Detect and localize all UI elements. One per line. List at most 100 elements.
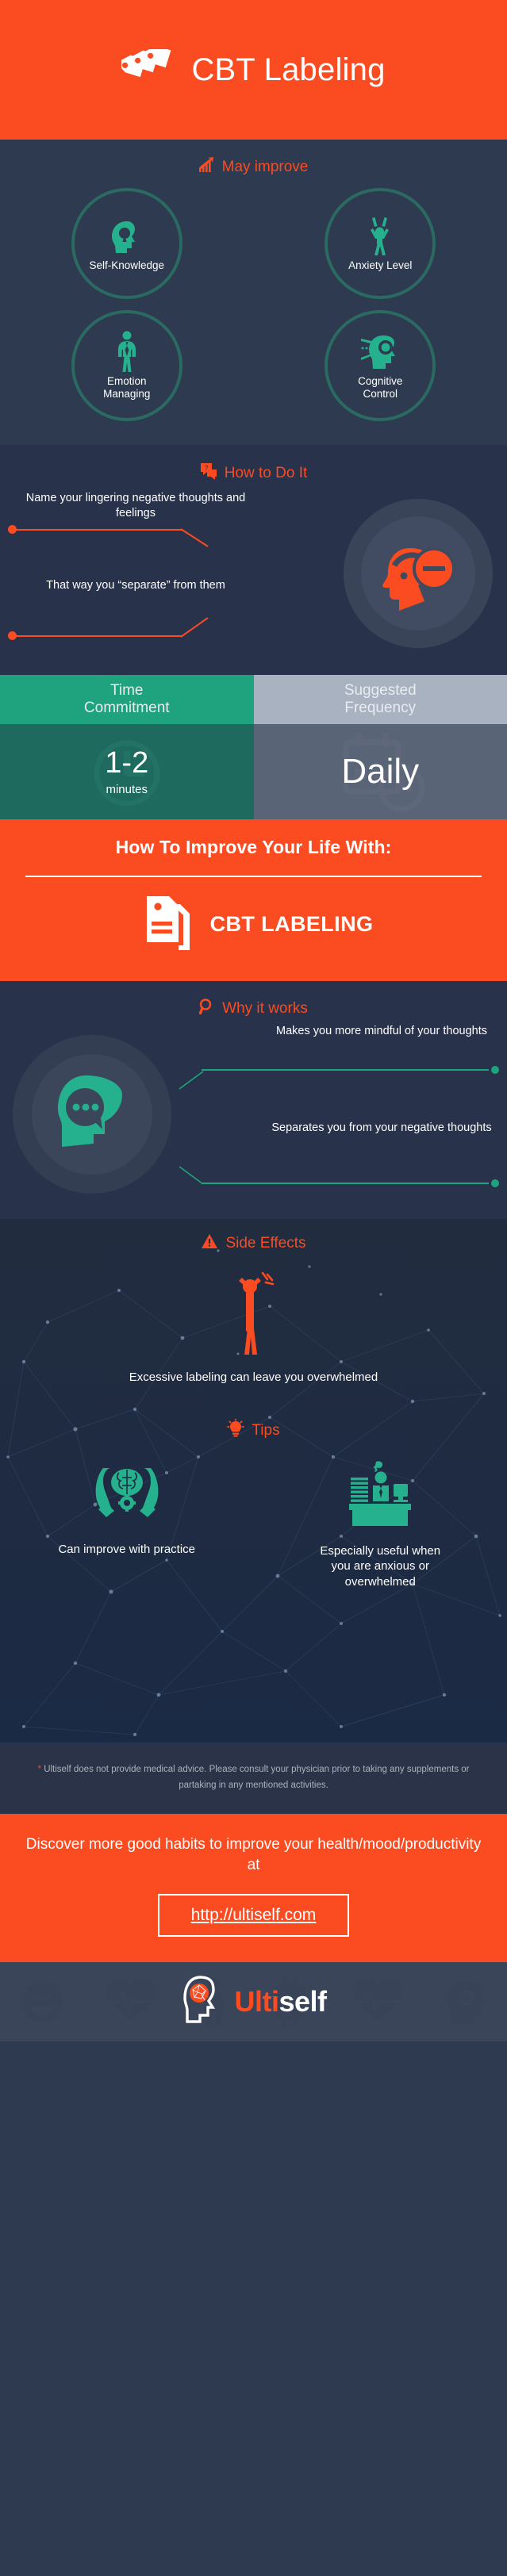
band-logo-text: CBT LABELING <box>209 912 374 936</box>
stressed-person-icon <box>0 1271 507 1359</box>
how-to-step-text: That way you “separate” from them <box>46 579 225 592</box>
smiley-icon <box>21 1980 63 2022</box>
why-point-text: Makes you more mindful of your thoughts <box>276 1025 487 1037</box>
improve-item-emotion-managing: Emotion Managing <box>71 310 182 421</box>
person-celebrate-icon <box>364 215 396 256</box>
improve-item-label: Cognitive Control <box>358 374 403 400</box>
side-effects-tips-content: Side Effects Excessive labeling can leav… <box>0 1233 507 1590</box>
side-effects-heading-label: Side Effects <box>225 1235 306 1252</box>
cta-section: Discover more good habits to improve you… <box>0 1814 507 1962</box>
question-bubble-icon: ? <box>200 462 217 485</box>
stat-frequency-value: Daily <box>341 752 420 791</box>
may-improve-grid: Self-Knowledge Anxiety Level Emotion Man… <box>0 188 507 421</box>
side-effects-tips-section: Side Effects Excessive labeling can leav… <box>0 1219 507 1742</box>
why-heading-label: Why it works <box>222 1000 308 1017</box>
connector-diagonal-2 <box>181 617 209 638</box>
improve-item-cognitive-control: Cognitive Control <box>325 310 436 421</box>
stat-time-commitment: Time Commitment 1-2 minutes <box>0 675 254 819</box>
page-title: CBT Labeling <box>191 52 386 87</box>
band-logo: CBT LABELING <box>22 893 485 956</box>
improve-item-anxiety-level: Anxiety Level <box>325 188 436 299</box>
may-improve-heading-label: May improve <box>221 158 309 175</box>
connector-line-3 <box>202 1069 489 1071</box>
disclaimer-star: * <box>37 1765 41 1774</box>
tips-heading-label: Tips <box>252 1421 280 1439</box>
connector-dot-1 <box>8 525 17 534</box>
why-diagram: Makes you more mindful of your thoughts … <box>0 1024 507 1203</box>
header-banner: CBT Labeling <box>0 0 507 140</box>
improve-item-label: Emotion Managing <box>103 374 151 400</box>
footer-brand: Ultiself <box>234 1984 327 2018</box>
stat-suggested-frequency: Suggested Frequency Daily <box>253 675 507 819</box>
why-point-2: Separates you from your negative thought… <box>263 1121 501 1136</box>
why-heading: Why it works <box>0 999 507 1019</box>
title-band-section: How To Improve Your Life With: CBT LABEL… <box>0 819 507 981</box>
how-to-diagram: Name your lingering negative thoughts an… <box>0 491 507 657</box>
heartbeat-icon <box>352 1979 402 2021</box>
connector-line-1 <box>11 529 182 531</box>
chart-up-icon <box>198 157 215 177</box>
improve-item-label: Anxiety Level <box>348 259 413 271</box>
footer-section: Ultiself <box>0 1961 507 2041</box>
tips-grid: Can improve with practice Especially use… <box>0 1460 507 1590</box>
tip-text: Can improve with practice <box>58 1542 196 1556</box>
connector-line-4 <box>202 1183 489 1184</box>
tags-icon <box>117 45 174 91</box>
head-gear-icon <box>359 331 401 372</box>
connector-line-2 <box>11 635 182 637</box>
disclaimer-body: Ultiself does not provide medical advice… <box>44 1765 470 1791</box>
tip-item-practice: Can improve with practice <box>0 1460 254 1590</box>
side-effects-text: Excessive labeling can leave you overwhe… <box>129 1370 378 1384</box>
why-illustration-disc <box>13 1035 171 1194</box>
brain-head-icon <box>180 1974 226 2029</box>
svg-text:?: ? <box>204 464 208 472</box>
desk-worker-icon <box>346 1460 414 1532</box>
connector-diagonal-3 <box>179 1071 204 1090</box>
disclaimer-text: * Ultiself does not provide medical advi… <box>21 1761 486 1793</box>
how-to-step-2: That way you “separate” from them <box>0 578 507 593</box>
footer-logo: Ultiself <box>180 1974 327 2029</box>
tip-text: Especially useful when you are anxious o… <box>320 1543 441 1589</box>
head-speech-bubble-icon <box>32 1054 152 1175</box>
connector-dot-4 <box>491 1179 499 1187</box>
connector-dot-3 <box>491 1066 499 1074</box>
why-point-text: Separates you from your negative thought… <box>271 1121 492 1134</box>
how-to-step-1: Name your lingering negative thoughts an… <box>0 491 507 521</box>
connector-diagonal-1 <box>181 528 209 547</box>
connector-dot-2 <box>8 631 17 640</box>
tips-heading: Tips <box>0 1417 507 1443</box>
stats-section: Time Commitment 1-2 minutes Suggested Freq… <box>0 675 507 819</box>
stat-time-body: 1-2 minutes <box>0 724 254 819</box>
why-point-1: Makes you more mindful of your thoughts <box>263 1024 501 1039</box>
stat-frequency-body: Daily <box>253 724 507 819</box>
band-title: How To Improve Your Life With: <box>115 837 392 857</box>
warning-triangle-icon <box>201 1233 218 1254</box>
how-to-section: ? How to Do It Name your lingering negat… <box>0 445 507 675</box>
disclaimer-section: * Ultiself does not provide medical advi… <box>0 1742 507 1815</box>
infographic-page: CBT Labeling May improve Self-Knowledge … <box>0 0 507 2576</box>
how-to-heading-label: How to Do It <box>224 465 308 481</box>
tag-lines-icon <box>134 893 193 956</box>
improve-item-label: Self-Knowledge <box>89 259 165 271</box>
how-to-illustration-disc <box>344 499 493 648</box>
lightbulb-icon <box>227 1417 245 1443</box>
stat-time-header: Time Commitment <box>0 675 254 724</box>
head-gear-watermark-icon <box>447 1980 486 2023</box>
stat-time-unit: minutes <box>106 782 148 796</box>
tip-item-anxious: Especially useful when you are anxious o… <box>254 1460 507 1590</box>
magnifier-icon <box>198 999 215 1019</box>
cta-url-button[interactable]: http://ultiself.com <box>157 1893 350 1937</box>
stat-frequency-header: Suggested Frequency <box>253 675 507 724</box>
may-improve-heading: May improve <box>0 157 507 177</box>
cta-text: Discover more good habits to improve you… <box>25 1836 482 1874</box>
band-divider <box>25 876 482 877</box>
person-tie-icon <box>113 331 140 372</box>
how-to-heading: ? How to Do It <box>0 462 507 485</box>
how-to-step-text: Name your lingering negative thoughts an… <box>25 492 246 519</box>
stat-time-value: 1-2 <box>105 746 149 780</box>
why-it-works-section: Why it works Makes you more mindful of y… <box>0 981 507 1219</box>
side-effects-heading: Side Effects <box>0 1233 507 1254</box>
improve-item-self-knowledge: Self-Knowledge <box>71 188 182 299</box>
heartbeat-icon <box>106 1979 156 2021</box>
may-improve-section: May improve Self-Knowledge Anxiety Level… <box>0 140 507 445</box>
